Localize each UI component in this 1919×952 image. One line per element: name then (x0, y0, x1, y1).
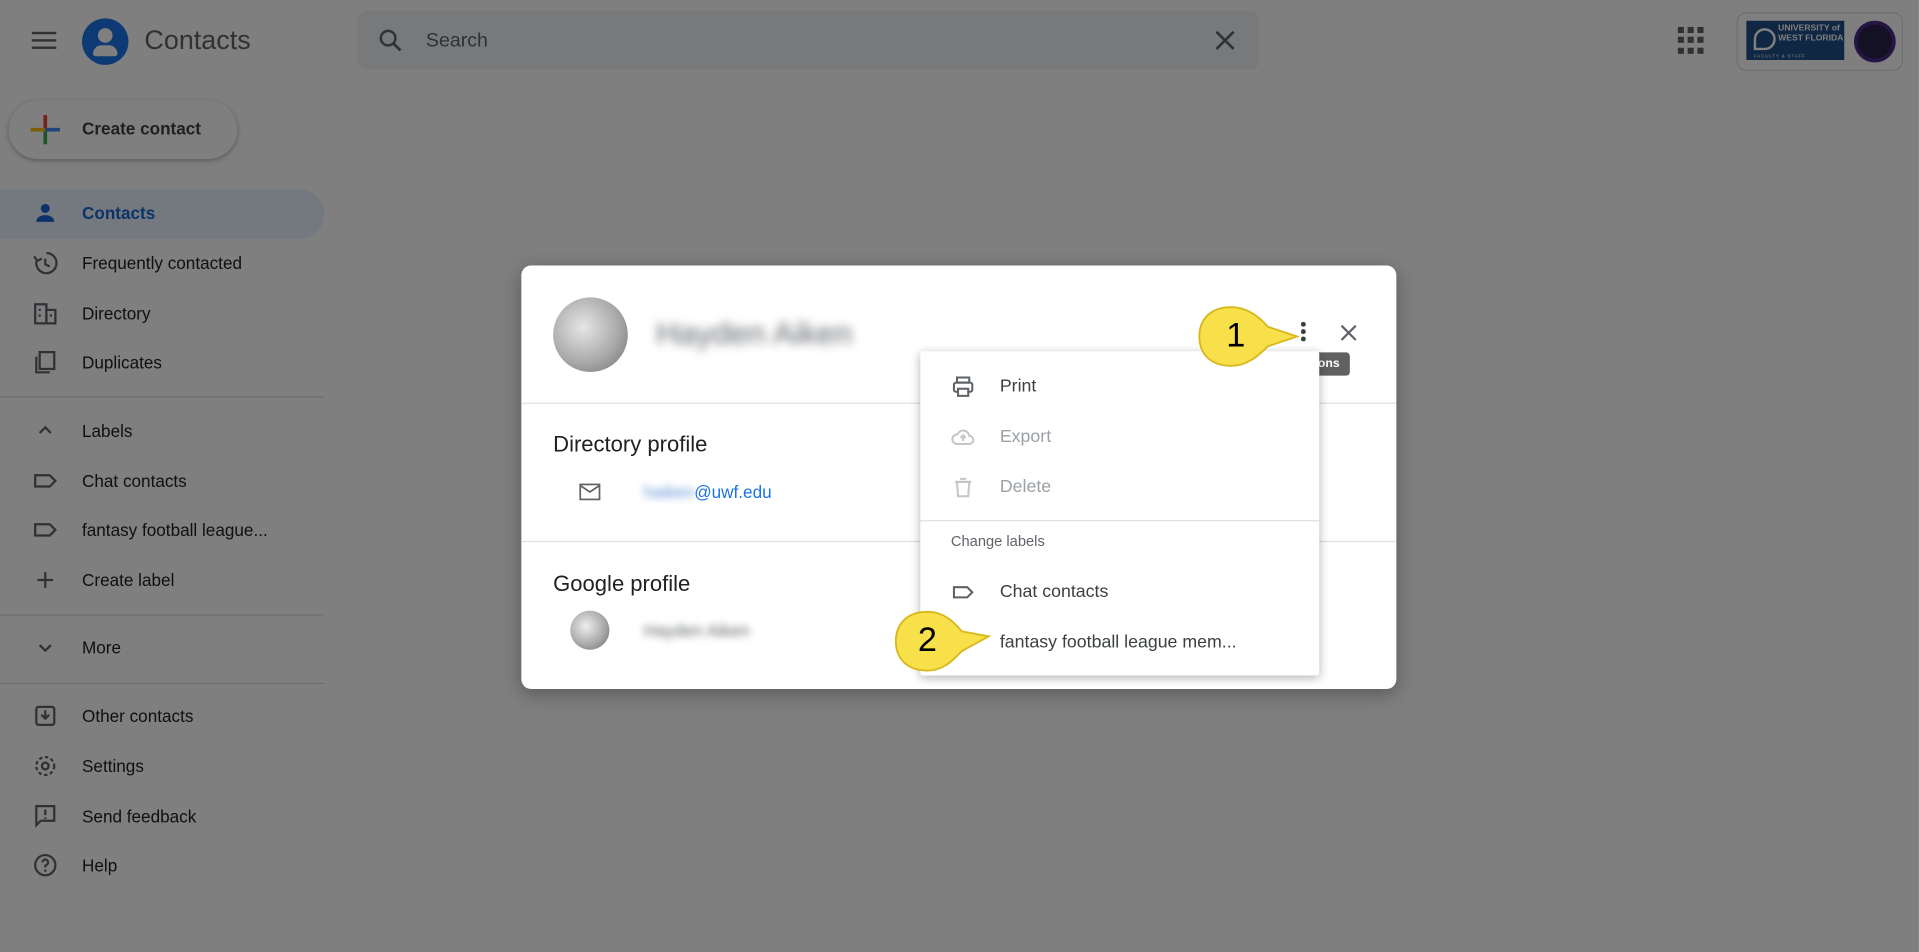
email-link[interactable]: haiken@uwf.edu (644, 482, 772, 502)
contact-name: Hayden Aiken (655, 314, 853, 352)
callout-2-number: 2 (917, 620, 937, 659)
email-icon (579, 483, 601, 501)
google-profile-avatar (570, 610, 610, 650)
google-profile-name: Hayden Aiken (643, 620, 750, 640)
close-icon[interactable] (1336, 321, 1360, 345)
trash-icon (954, 477, 972, 498)
callout-1-number: 1 (1226, 315, 1246, 354)
menu-item-delete[interactable]: Delete (920, 461, 1319, 510)
email-user: haiken (643, 482, 695, 502)
menu-item-export[interactable]: Export (920, 411, 1319, 460)
callout-2-shape (894, 610, 992, 672)
menu-item-label: Delete (999, 477, 1052, 497)
menu-label-chat-contacts[interactable]: Chat contacts (920, 567, 1319, 616)
directory-profile-title: Directory profile (553, 431, 708, 457)
menu-divider (920, 520, 1320, 522)
cloud-upload-icon (951, 429, 975, 446)
menu-item-label: fantasy football league mem... (999, 632, 1237, 653)
contact-avatar (553, 297, 628, 373)
change-labels-heading: Change labels (950, 532, 1045, 550)
label-icon (952, 586, 974, 599)
google-profile-title: Google profile (553, 571, 691, 596)
step-callout-1: 1 (1197, 305, 1301, 369)
menu-item-label: Export (999, 427, 1052, 447)
callout-1-shape (1198, 306, 1301, 367)
menu-item-label: Chat contacts (999, 582, 1109, 603)
menu-item-label: Print (999, 376, 1037, 397)
print-icon (952, 376, 974, 397)
email-domain: @uwf.edu (694, 482, 772, 502)
step-callout-2: 2 (893, 609, 992, 673)
